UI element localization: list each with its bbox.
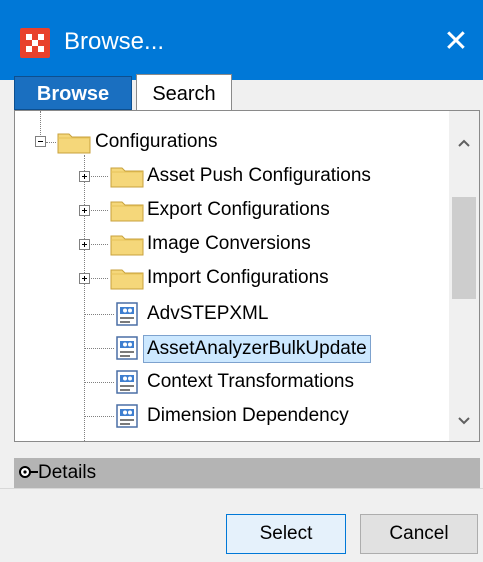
expand-icon[interactable] — [79, 273, 90, 284]
vertical-scrollbar[interactable] — [449, 111, 479, 441]
config-document-icon — [116, 370, 138, 394]
expand-toggle-icon[interactable] — [18, 462, 40, 482]
tree-node-label-selected[interactable]: AssetAnalyzerBulkUpdate — [143, 335, 371, 363]
tree-guide — [84, 314, 114, 315]
tree-node-label[interactable]: AdvSTEPXML — [147, 301, 268, 327]
tree-node-label[interactable]: Configurations — [95, 129, 218, 155]
close-icon[interactable]: ✕ — [436, 22, 476, 62]
tree-panel: Configurations Asset Push Configurations… — [14, 110, 480, 442]
folder-icon — [110, 269, 144, 290]
window-title: Browse... — [64, 28, 165, 55]
expand-icon[interactable] — [79, 171, 90, 182]
tree-node-label[interactable]: Context Transformations — [147, 369, 354, 395]
tab-browse[interactable]: Browse — [14, 76, 132, 110]
tree-guide — [84, 416, 114, 417]
tree-node-label[interactable]: Import Configurations — [147, 265, 329, 291]
app-icon — [20, 28, 50, 58]
collapse-icon[interactable] — [35, 136, 46, 147]
tree-node-label[interactable]: Asset Push Configurations — [147, 163, 371, 189]
title-bar: Browse... ✕ — [0, 0, 483, 80]
config-document-icon — [116, 336, 138, 360]
tree-node-label[interactable]: Dimension Dependency — [147, 403, 349, 429]
tree-guide — [84, 382, 114, 383]
tree-guide — [40, 111, 41, 135]
cancel-button[interactable]: Cancel — [360, 514, 478, 554]
folder-icon — [110, 235, 144, 256]
details-label: Details — [38, 462, 97, 483]
folder-icon — [57, 133, 91, 154]
tree-node-label[interactable]: Image Conversions — [147, 231, 311, 257]
tree-node-label[interactable]: Export Configurations — [147, 197, 330, 223]
scroll-down-icon[interactable] — [449, 407, 479, 437]
config-document-icon — [116, 404, 138, 428]
select-button[interactable]: Select — [226, 514, 346, 554]
scroll-up-icon[interactable] — [449, 129, 479, 159]
folder-icon — [110, 167, 144, 188]
tree-guide — [84, 348, 114, 349]
expand-icon[interactable] — [79, 239, 90, 250]
tree-guide — [46, 142, 56, 143]
tree-guide — [84, 155, 85, 441]
config-document-icon — [116, 302, 138, 326]
tab-search[interactable]: Search — [136, 74, 232, 112]
expand-icon[interactable] — [79, 205, 90, 216]
folder-icon — [110, 201, 144, 222]
divider — [0, 488, 483, 489]
scrollbar-thumb[interactable] — [452, 197, 476, 299]
